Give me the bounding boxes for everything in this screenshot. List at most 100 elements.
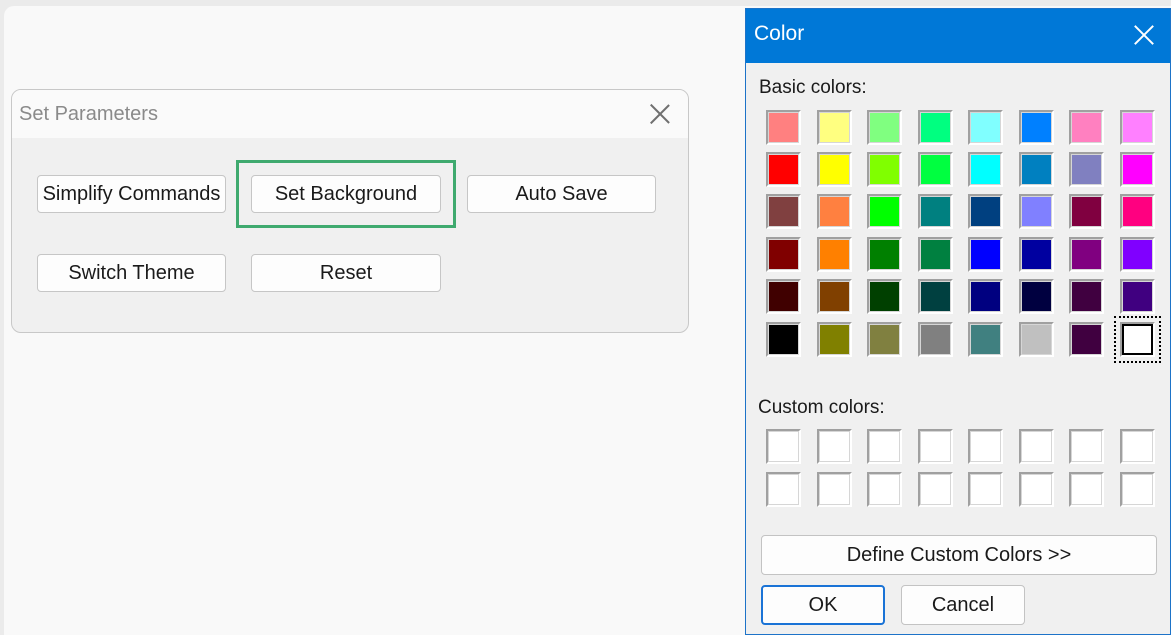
basic-color-swatch[interactable] xyxy=(867,194,902,229)
custom-color-swatch[interactable] xyxy=(817,472,852,507)
basic-color-swatch[interactable] xyxy=(918,237,953,272)
custom-color-swatch-fill xyxy=(1071,431,1102,462)
custom-color-swatch-fill xyxy=(869,431,900,462)
basic-color-swatch[interactable] xyxy=(766,279,801,314)
define-custom-colors-button[interactable]: Define Custom Colors >> xyxy=(761,535,1157,575)
basic-color-swatch-fill xyxy=(819,324,850,355)
basic-color-swatch[interactable] xyxy=(1069,279,1104,314)
basic-color-swatch-fill xyxy=(819,112,850,143)
basic-color-swatch[interactable] xyxy=(817,322,852,357)
custom-color-swatch[interactable] xyxy=(968,472,1003,507)
custom-color-swatch[interactable] xyxy=(1069,429,1104,464)
basic-color-swatch[interactable] xyxy=(968,279,1003,314)
color-close-icon[interactable] xyxy=(1131,22,1157,48)
basic-color-swatch[interactable] xyxy=(1120,110,1155,145)
params-titlebar: Set Parameters xyxy=(12,90,688,138)
custom-color-swatch-fill xyxy=(1021,474,1052,505)
basic-color-swatch[interactable] xyxy=(1069,110,1104,145)
custom-color-swatch[interactable] xyxy=(1069,472,1104,507)
basic-color-swatch[interactable] xyxy=(1069,237,1104,272)
custom-color-swatch-fill xyxy=(819,431,850,462)
basic-color-swatch[interactable] xyxy=(1120,279,1155,314)
basic-color-swatch[interactable] xyxy=(766,237,801,272)
ok-button[interactable]: OK xyxy=(761,585,885,625)
basic-color-swatch-fill xyxy=(1122,112,1153,143)
basic-color-swatch[interactable] xyxy=(1069,322,1104,357)
basic-color-swatch[interactable] xyxy=(1019,279,1054,314)
basic-color-swatch-fill xyxy=(970,324,1001,355)
basic-color-swatch-fill xyxy=(1021,281,1052,312)
basic-color-swatch[interactable] xyxy=(867,237,902,272)
custom-color-swatch-fill xyxy=(970,431,1001,462)
custom-color-swatch-fill xyxy=(819,474,850,505)
switch-theme-button[interactable]: Switch Theme xyxy=(37,254,226,292)
basic-color-swatch[interactable] xyxy=(968,110,1003,145)
basic-color-swatch[interactable] xyxy=(766,152,801,187)
basic-color-swatch[interactable] xyxy=(918,152,953,187)
basic-color-swatch[interactable] xyxy=(867,110,902,145)
cancel-button[interactable]: Cancel xyxy=(901,585,1025,625)
custom-color-swatch[interactable] xyxy=(867,429,902,464)
basic-color-swatch[interactable] xyxy=(817,279,852,314)
custom-color-swatch[interactable] xyxy=(1120,472,1155,507)
auto-save-button[interactable]: Auto Save xyxy=(467,175,656,213)
basic-color-swatch[interactable] xyxy=(1069,194,1104,229)
basic-color-swatch-fill xyxy=(1071,324,1102,355)
set-parameters-dialog: Set Parameters Simplify Commands Set Bac… xyxy=(11,89,689,333)
basic-color-swatch[interactable] xyxy=(1019,152,1054,187)
basic-color-swatch-fill xyxy=(1071,281,1102,312)
basic-color-swatch[interactable] xyxy=(918,194,953,229)
basic-color-swatch-fill xyxy=(869,112,900,143)
custom-color-swatch[interactable] xyxy=(918,472,953,507)
basic-color-swatch[interactable] xyxy=(1114,316,1161,363)
basic-color-swatch[interactable] xyxy=(766,322,801,357)
basic-color-swatch[interactable] xyxy=(817,110,852,145)
custom-color-swatch[interactable] xyxy=(1019,429,1054,464)
basic-color-swatch[interactable] xyxy=(867,152,902,187)
custom-color-swatch[interactable] xyxy=(766,472,801,507)
basic-color-swatch[interactable] xyxy=(766,194,801,229)
basic-color-swatch-fill xyxy=(920,154,951,185)
basic-color-swatch[interactable] xyxy=(817,237,852,272)
custom-colors-label: Custom colors: xyxy=(758,397,885,418)
basic-color-swatch[interactable] xyxy=(1120,194,1155,229)
custom-color-swatch-fill xyxy=(1021,431,1052,462)
basic-color-swatch[interactable] xyxy=(817,152,852,187)
custom-color-swatch[interactable] xyxy=(1019,472,1054,507)
basic-color-swatch[interactable] xyxy=(968,322,1003,357)
basic-color-swatch[interactable] xyxy=(817,194,852,229)
custom-color-swatch[interactable] xyxy=(817,429,852,464)
basic-color-swatch[interactable] xyxy=(918,279,953,314)
basic-color-swatch[interactable] xyxy=(1120,237,1155,272)
basic-color-swatch[interactable] xyxy=(968,194,1003,229)
basic-color-swatch[interactable] xyxy=(1120,152,1155,187)
basic-color-swatch[interactable] xyxy=(1019,194,1054,229)
simplify-commands-button[interactable]: Simplify Commands xyxy=(37,175,226,213)
basic-color-swatch-fill xyxy=(1071,154,1102,185)
custom-color-swatch[interactable] xyxy=(766,429,801,464)
custom-color-swatch[interactable] xyxy=(968,429,1003,464)
basic-color-swatch-fill xyxy=(920,239,951,270)
basic-color-swatch[interactable] xyxy=(918,322,953,357)
basic-color-swatch[interactable] xyxy=(867,279,902,314)
custom-color-swatch[interactable] xyxy=(918,429,953,464)
custom-color-swatch-fill xyxy=(970,474,1001,505)
basic-color-swatch-fill xyxy=(1122,154,1153,185)
custom-color-swatch[interactable] xyxy=(1120,429,1155,464)
basic-color-swatch[interactable] xyxy=(766,110,801,145)
basic-color-swatch[interactable] xyxy=(918,110,953,145)
basic-color-swatch-fill xyxy=(819,281,850,312)
custom-color-swatch-fill xyxy=(1122,474,1153,505)
basic-color-swatch[interactable] xyxy=(1019,110,1054,145)
basic-color-swatch[interactable] xyxy=(867,322,902,357)
basic-color-swatch[interactable] xyxy=(968,152,1003,187)
basic-color-swatch[interactable] xyxy=(1019,322,1054,357)
params-close-icon[interactable] xyxy=(646,100,674,128)
basic-color-swatch[interactable] xyxy=(1069,152,1104,187)
basic-color-swatch-fill xyxy=(768,112,799,143)
reset-button[interactable]: Reset xyxy=(251,254,441,292)
basic-color-swatch[interactable] xyxy=(1019,237,1054,272)
basic-color-swatch-fill xyxy=(869,239,900,270)
basic-color-swatch[interactable] xyxy=(968,237,1003,272)
custom-color-swatch[interactable] xyxy=(867,472,902,507)
